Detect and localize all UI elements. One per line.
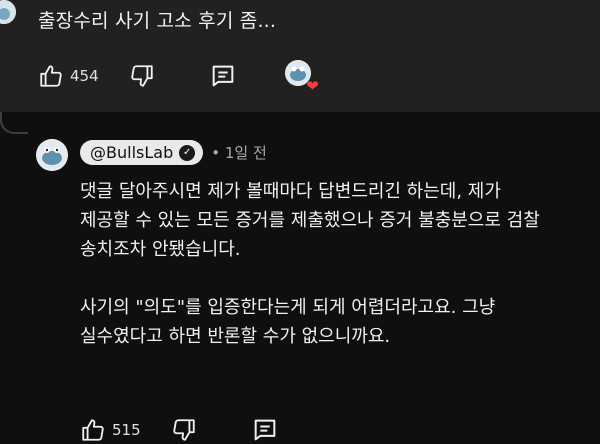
reply-line: 실수였다고 하면 반론할 수가 없으니까요. — [80, 326, 391, 347]
reply-timestamp-text: 1일 전 — [224, 144, 267, 162]
reply-like-button[interactable]: 515 — [80, 417, 141, 443]
top-comment-actions: 454 ❤ — [38, 60, 319, 95]
thumbs-down-icon — [171, 417, 197, 443]
reply-line: 송치조차 안됐습니다. — [80, 239, 241, 260]
reply-dislike-button[interactable] — [171, 417, 197, 443]
reply-button[interactable] — [209, 62, 237, 90]
reply-header: @BullsLab ✓ • 1일 전 — [80, 140, 267, 165]
creator-heart-badge: ❤ — [284, 60, 319, 95]
reply-icon — [251, 416, 279, 444]
thumbs-up-icon — [38, 63, 64, 89]
channel-handle: @BullsLab — [90, 143, 174, 162]
reply-reply-button[interactable] — [251, 416, 279, 444]
top-comment: 출장수리 사기 고소 후기 좀... 454 ❤ — [0, 0, 600, 112]
reply-avatar[interactable] — [36, 139, 68, 171]
dislike-button[interactable] — [129, 63, 155, 89]
reply-actions: 515 — [80, 416, 279, 444]
paragraph-break — [80, 264, 590, 293]
top-comment-text: 출장수리 사기 고소 후기 좀... — [38, 10, 277, 32]
reply-line: 제공할 수 있는 모든 증거를 제출했으나 증거 불충분으로 검찰 — [80, 210, 540, 231]
creator-heart-icon: ❤ — [306, 77, 319, 95]
like-button[interactable]: 454 — [38, 63, 99, 89]
like-count: 454 — [70, 67, 99, 85]
thumbs-up-icon — [80, 417, 106, 443]
reply-icon — [209, 62, 237, 90]
verified-check-icon: ✓ — [179, 144, 196, 161]
reply-timestamp[interactable]: • 1일 전 — [211, 142, 267, 163]
reply-like-count: 515 — [112, 421, 141, 439]
comments-page: 출장수리 사기 고소 후기 좀... 454 ❤ @BullsLab ✓ • 1… — [0, 0, 600, 444]
thread-connector — [0, 112, 28, 134]
top-comment-avatar[interactable] — [0, 0, 16, 24]
reply-line: 사기의 "의도"를 입증한다는게 되게 어렵더라고요. 그냥 — [80, 297, 496, 318]
channel-handle-pill[interactable]: @BullsLab ✓ — [80, 140, 204, 165]
reply-line: 댓글 달아주시면 제가 볼때마다 답변드리긴 하는데, 제가 — [80, 181, 501, 202]
reply-text: 댓글 달아주시면 제가 볼때마다 답변드리긴 하는데, 제가 제공할 수 있는 … — [80, 177, 590, 351]
thumbs-down-icon — [129, 63, 155, 89]
